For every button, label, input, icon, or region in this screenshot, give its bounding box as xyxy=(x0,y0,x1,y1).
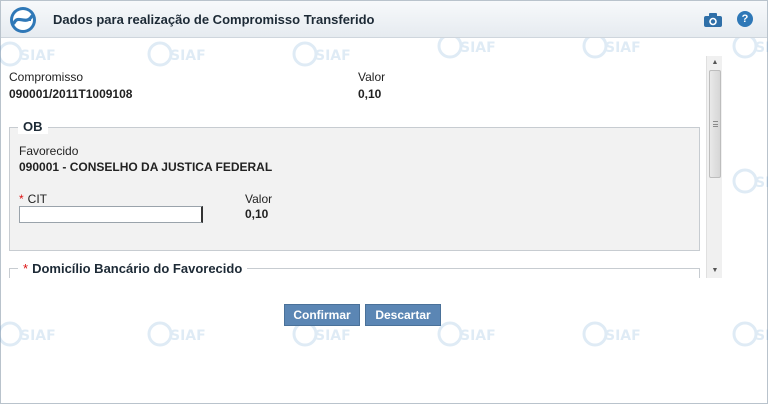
camera-icon[interactable] xyxy=(703,12,723,28)
scroll-up-arrow-icon[interactable]: ▲ xyxy=(707,56,723,70)
required-marker: * xyxy=(23,261,29,276)
form-scroll-area: Compromisso 090001/2011T1009108 Valor 0,… xyxy=(1,56,723,278)
watermark: SIAFI xyxy=(731,166,768,196)
watermark: SIAFI xyxy=(731,319,768,349)
svg-text:SIAFI: SIAFI xyxy=(460,40,496,56)
watermark: SIAFI xyxy=(581,319,641,349)
svg-text:SIAFI: SIAFI xyxy=(755,328,768,344)
svg-text:SIAFI: SIAFI xyxy=(605,40,641,56)
cit-input[interactable] xyxy=(19,206,203,223)
ob-legend: OB xyxy=(18,119,48,134)
compromisso-value: 090001/2011T1009108 xyxy=(9,87,133,101)
domicilio-legend: * Domicílio Bancário do Favorecido xyxy=(18,261,248,276)
cit-label: * CIT xyxy=(19,192,47,206)
svg-text:SIAFI: SIAFI xyxy=(605,328,641,344)
scrollbar-thumb[interactable] xyxy=(709,70,721,178)
svg-text:SIAFI: SIAFI xyxy=(170,328,206,344)
cit-label-text: CIT xyxy=(27,192,48,206)
watermark: SIAFI xyxy=(0,319,56,349)
scroll-down-arrow-icon[interactable]: ▼ xyxy=(707,264,723,278)
svg-text:SIAFI: SIAFI xyxy=(460,328,496,344)
dialog-window: SIAFI SIAFI SIAFI SIAFI SIAFI SIAFI SIAF… xyxy=(0,0,768,404)
watermark: SIAFI xyxy=(146,319,206,349)
ob-valor-value: 0,10 xyxy=(245,207,269,221)
ob-valor-label: Valor xyxy=(245,192,273,206)
ob-fieldset xyxy=(9,127,700,251)
dialog-title: Dados para realização de Compromisso Tra… xyxy=(53,12,375,27)
grip-icon xyxy=(713,121,718,127)
required-marker: * xyxy=(19,192,24,206)
domicilio-legend-text: Domicílio Bancário do Favorecido xyxy=(32,261,243,276)
svg-text:SIAFI: SIAFI xyxy=(755,40,768,56)
compromisso-label: Compromisso xyxy=(9,70,84,84)
siafi-logo-icon xyxy=(10,7,36,33)
vertical-scrollbar[interactable]: ▲ ▼ xyxy=(706,56,722,278)
svg-text:SIAFI: SIAFI xyxy=(20,328,56,344)
valor-label: Valor xyxy=(358,70,386,84)
confirm-button[interactable]: Confirmar xyxy=(284,304,360,326)
help-icon[interactable]: ? xyxy=(737,11,753,27)
watermark: SIAFI xyxy=(436,319,496,349)
svg-text:SIAFI: SIAFI xyxy=(315,328,351,344)
favorecido-label: Favorecido xyxy=(19,144,79,158)
favorecido-value: 090001 - CONSELHO DA JUSTICA FEDERAL xyxy=(19,160,273,174)
valor-value: 0,10 xyxy=(358,87,382,101)
svg-text:SIAFI: SIAFI xyxy=(755,175,768,191)
discard-button[interactable]: Descartar xyxy=(365,304,441,326)
dialog-titlebar: Dados para realização de Compromisso Tra… xyxy=(1,1,767,38)
